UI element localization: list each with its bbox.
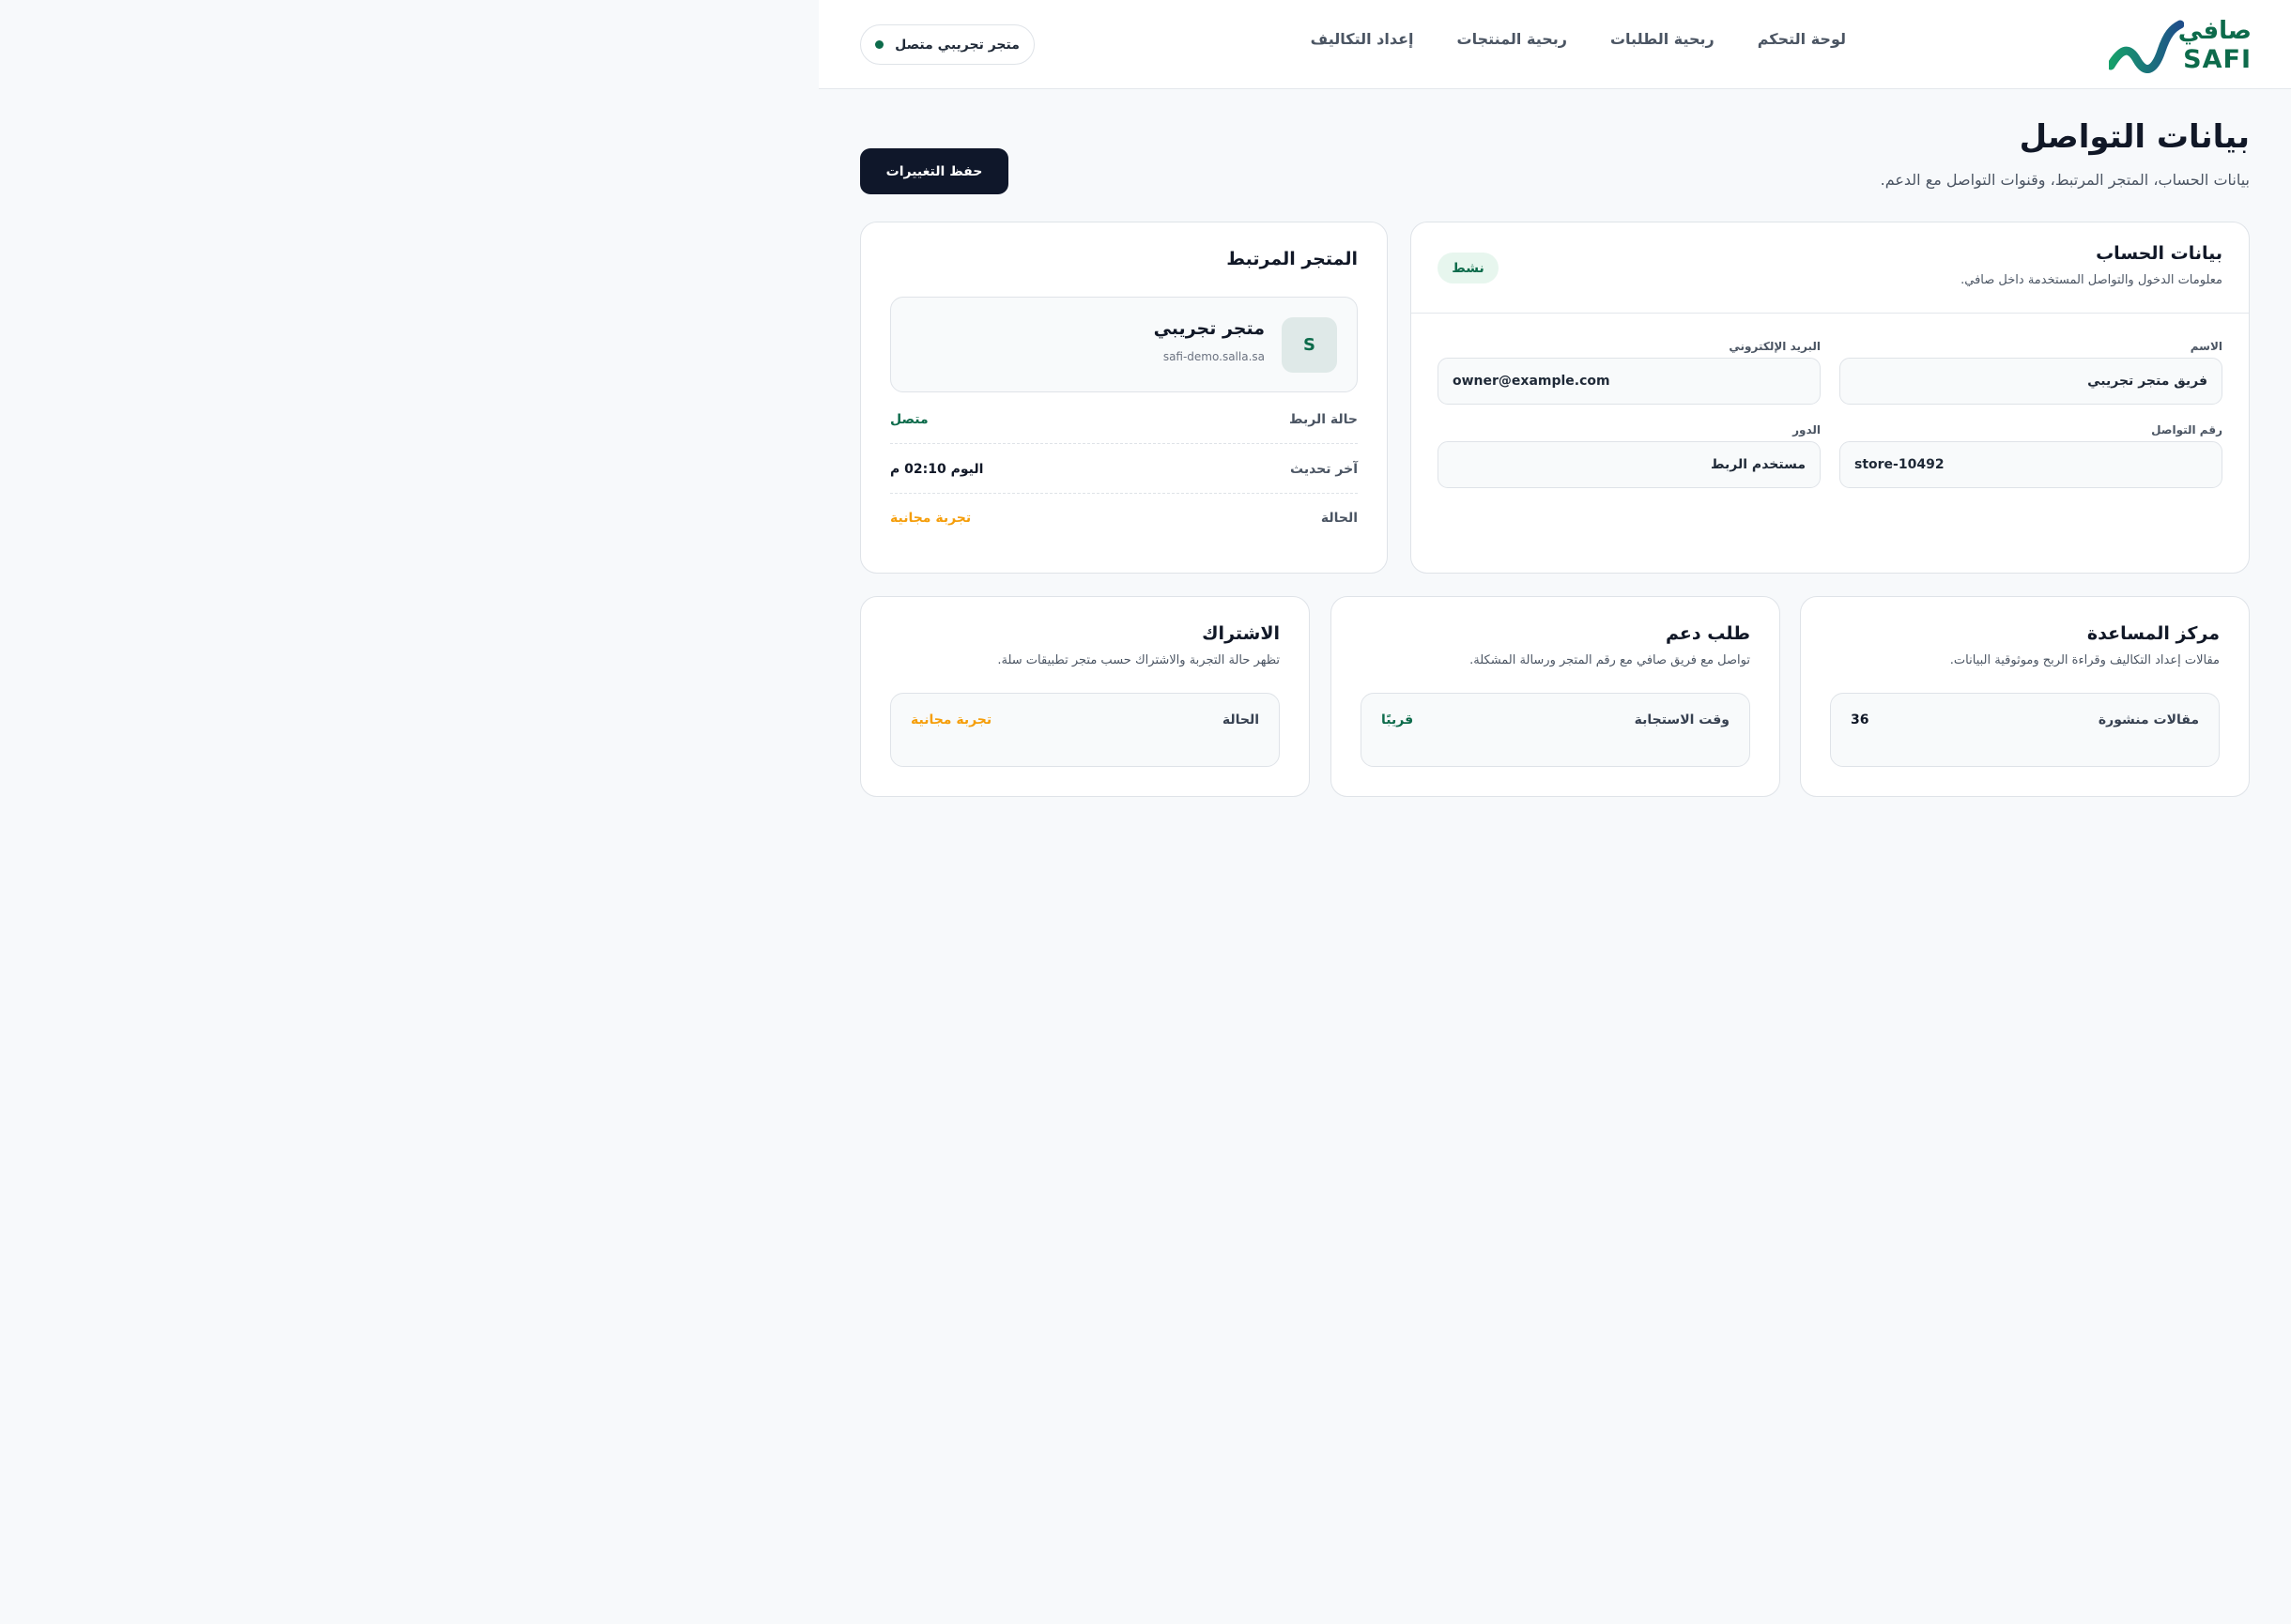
brand-name-ar: صافي [2177, 17, 2252, 45]
row-label: آخر تحديث [1290, 461, 1358, 477]
stat-label: وقت الاستجابة [1634, 712, 1730, 728]
store-status-pill[interactable]: متجر تجريبي متصل [860, 24, 1035, 65]
subscription-stat: الحالة تجربة مجانية [890, 693, 1280, 767]
name-label: الاسم [2190, 340, 2222, 353]
role-label: الدور [1792, 423, 1821, 437]
nav-orders-profitability[interactable]: ربحية الطلبات [1610, 30, 1714, 48]
support-request-card[interactable]: طلب دعم تواصل مع فريق صافي مع رقم المتجر… [1330, 596, 1780, 797]
main-nav: لوحة التحكم ربحية الطلبات ربحية المنتجات… [1311, 30, 1846, 48]
nav-cost-setup[interactable]: إعداد التكاليف [1311, 30, 1414, 48]
linked-store-card: المتجر المرتبط S متجر تجريبي safi-demo.s… [860, 222, 1388, 574]
brand-name-en: SAFI [2183, 45, 2252, 74]
nav-products-profitability[interactable]: ربحية المنتجات [1457, 30, 1567, 48]
stat-label: مقالات منشورة [2098, 712, 2199, 728]
connected-dot-icon [875, 40, 884, 49]
phone-field[interactable] [1839, 441, 2222, 488]
subscription-title: الاشتراك [1202, 623, 1280, 644]
store-row-last-update: آخر تحديث اليوم 02:10 م [890, 445, 1358, 494]
page-subtitle: بيانات الحساب، المتجر المرتبط، وقنوات ال… [1880, 171, 2250, 189]
help-center-title: مركز المساعدة [2086, 623, 2220, 644]
account-card: بيانات الحساب معلومات الدخول والتواصل ال… [1410, 222, 2250, 574]
row-value: تجربة مجانية [890, 511, 972, 526]
save-changes-button[interactable]: حفظ التغييرات [860, 148, 1008, 194]
account-card-description: معلومات الدخول والتواصل المستخدمة داخل ص… [1960, 273, 2222, 287]
row-label: الحالة [1320, 511, 1358, 526]
subscription-description: تظهر حالة التجربة والاشتراك حسب متجر تطب… [997, 653, 1280, 667]
store-row-status: الحالة تجربة مجانية [890, 494, 1358, 543]
support-description: تواصل مع فريق صافي مع رقم المتجر ورسالة … [1469, 653, 1750, 667]
subscription-card[interactable]: الاشتراك تظهر حالة التجربة والاشتراك حسب… [860, 596, 1310, 797]
store-avatar: S [1282, 317, 1337, 373]
store-row-connection: حالة الربط متصل [890, 395, 1358, 444]
account-status-badge: نشط [1438, 253, 1499, 283]
stat-value: تجربة مجانية [911, 712, 992, 728]
stat-value: قريبًا [1381, 712, 1414, 728]
support-title: طلب دعم [1665, 623, 1750, 644]
store-domain: safi-demo.salla.sa [1162, 350, 1265, 363]
account-card-title: بيانات الحساب [2096, 243, 2222, 264]
nav-dashboard[interactable]: لوحة التحكم [1758, 30, 1846, 48]
phone-label: رقم التواصل [2151, 423, 2222, 437]
row-value: متصل [890, 411, 929, 427]
row-label: حالة الربط [1289, 411, 1358, 427]
email-field[interactable] [1438, 358, 1821, 405]
card-divider [1411, 313, 2249, 314]
support-stat: وقت الاستجابة قريبًا [1361, 693, 1750, 767]
page-title: بيانات التواصل [2019, 118, 2250, 156]
linked-store-title: المتجر المرتبط [1226, 249, 1358, 269]
help-center-card[interactable]: مركز المساعدة مقالات إعداد التكاليف وقرا… [1800, 596, 2250, 797]
help-center-description: مقالات إعداد التكاليف وقراءة الربح وموثو… [1949, 653, 2220, 667]
store-status-label: متجر تجريبي متصل [895, 37, 1020, 53]
store-name: متجر تجريبي [1153, 318, 1265, 339]
stat-label: الحالة [1222, 712, 1259, 728]
email-label: البريد الإلكتروني [1729, 340, 1821, 353]
store-info-box: S متجر تجريبي safi-demo.salla.sa [890, 297, 1358, 392]
help-center-stat: مقالات منشورة 36 [1830, 693, 2220, 767]
safi-logo[interactable]: صافي SAFI [2109, 15, 2252, 74]
top-navbar: صافي SAFI لوحة التحكم ربحية الطلبات ربحي… [819, 0, 2291, 89]
safi-wave-icon [2109, 20, 2184, 73]
role-field[interactable] [1438, 441, 1821, 488]
row-value: اليوم 02:10 م [890, 461, 984, 477]
name-field[interactable] [1839, 358, 2222, 405]
stat-value: 36 [1851, 712, 1869, 728]
